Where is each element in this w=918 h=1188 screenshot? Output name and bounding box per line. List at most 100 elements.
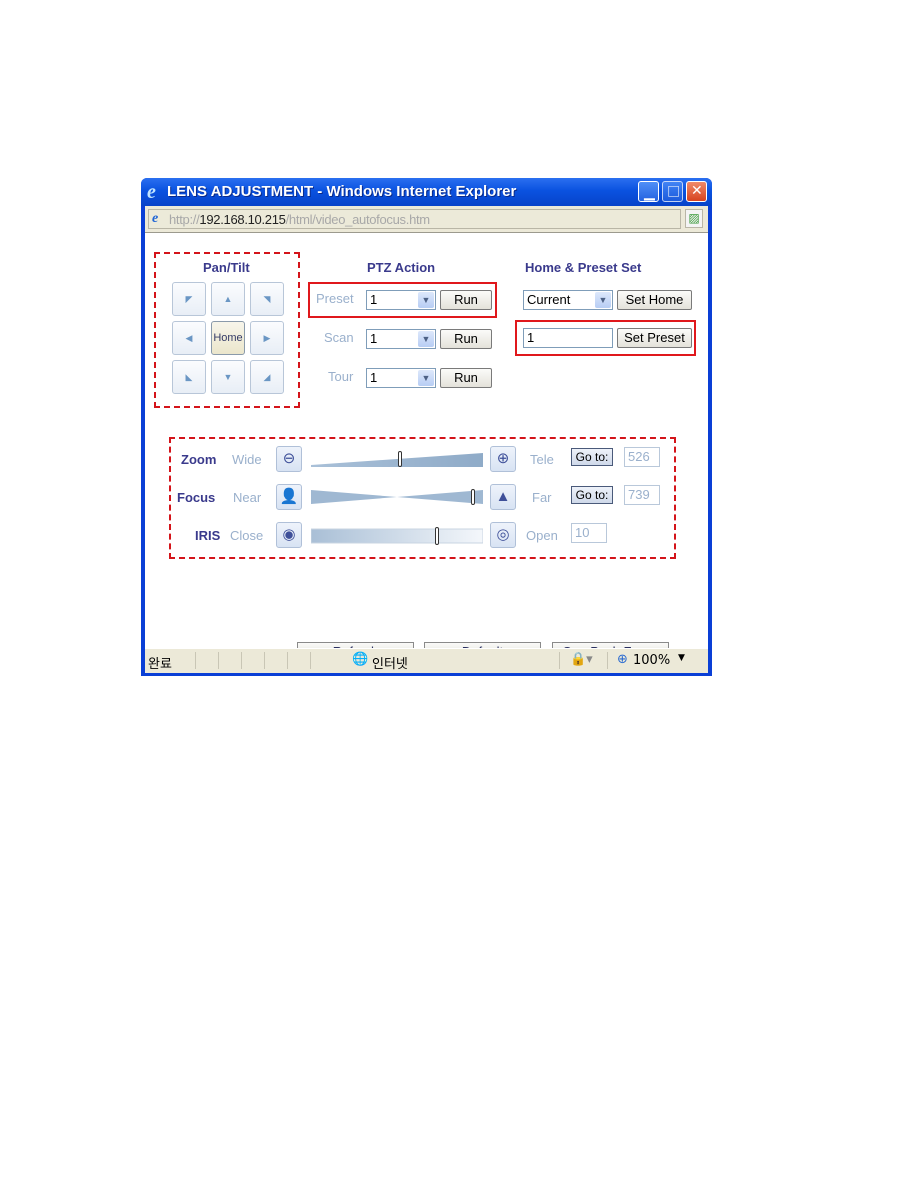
tour-select-value: 1 (370, 370, 378, 385)
iris-close-button[interactable]: ◉ (276, 522, 302, 548)
maximize-button[interactable]: □ (662, 181, 683, 202)
zoom-out-button[interactable]: ⊖ (276, 446, 302, 472)
focus-slider[interactable] (311, 489, 483, 505)
focus-value-input[interactable]: 739 (624, 485, 660, 505)
iris-slider-thumb[interactable] (434, 527, 439, 545)
close-icon: ✕ (691, 183, 703, 199)
home-select[interactable]: Current ▼ (523, 290, 613, 310)
url-host: 192.168.10.215 (199, 212, 286, 227)
preset-select-value: 1 (370, 292, 378, 307)
zoom-slider[interactable] (311, 451, 483, 467)
focus-goto-button[interactable]: Go to: (571, 486, 613, 504)
iris-slider[interactable] (311, 528, 483, 544)
preset-label: Preset (316, 291, 354, 306)
tour-label: Tour (328, 369, 354, 384)
set-preset-button[interactable]: Set Preset (617, 328, 692, 348)
pan-tilt-left-button[interactable]: ◀ (172, 321, 206, 355)
scan-run-button[interactable]: Run (440, 329, 492, 349)
preset-number-input[interactable]: 1 (523, 328, 613, 348)
status-text: 완료 (148, 657, 172, 672)
focus-slider-thumb[interactable] (470, 489, 475, 505)
person-icon: 👤 (279, 488, 299, 505)
ptz-action-title: PTZ Action (367, 260, 436, 275)
preset-select[interactable]: 1 ▼ (366, 290, 436, 310)
globe-icon: 🌐 (352, 652, 369, 667)
status-divider (218, 652, 219, 669)
zoom-tele-label: Tele (530, 452, 554, 467)
zoom-value-input[interactable]: 526 (624, 447, 660, 467)
status-divider (195, 652, 196, 669)
focus-far-button[interactable]: ▲ (490, 484, 516, 510)
iris-track (311, 528, 483, 544)
zone-text: 인터넷 (372, 657, 408, 672)
pan-tilt-down-left-button[interactable]: ◣ (172, 360, 206, 394)
zoom-in-icon: ⊕ (496, 450, 510, 467)
zoom-in-button[interactable]: ⊕ (490, 446, 516, 472)
browser-window: e LENS ADJUSTMENT - Windows Internet Exp… (141, 178, 712, 676)
chevron-down-icon: ▼ (418, 292, 434, 308)
arrow-down-right-icon: ◢ (263, 372, 271, 382)
pan-tilt-down-right-button[interactable]: ◢ (250, 360, 284, 394)
status-bar: 완료 🌐 인터넷 🔒▾ ⊕ 100% ▼ (145, 648, 708, 673)
iris-open-button[interactable]: ◎ (490, 522, 516, 548)
zoom-wide-label: Wide (232, 452, 262, 467)
preset-run-button[interactable]: Run (440, 290, 492, 310)
focus-label: Focus (177, 490, 216, 505)
address-bar: e http://192.168.10.215/html/video_autof… (145, 206, 708, 232)
scan-select-value: 1 (370, 331, 378, 346)
iris-open-label: Open (526, 528, 558, 543)
pan-tilt-up-left-button[interactable]: ◤ (172, 282, 206, 316)
zoom-dropdown-icon[interactable]: ▼ (678, 653, 685, 663)
pan-tilt-up-button[interactable]: ▲ (211, 282, 245, 316)
status-divider (287, 652, 288, 669)
pan-tilt-home-button[interactable]: Home (211, 321, 245, 355)
home-label: Home (213, 332, 243, 344)
zoom-out-icon: ⊖ (282, 450, 296, 467)
mountain-icon: ▲ (495, 488, 511, 505)
protected-mode-icon[interactable]: 🔒▾ (570, 652, 593, 667)
tour-select[interactable]: 1 ▼ (366, 368, 436, 388)
address-url: http://192.168.10.215/html/video_autofoc… (169, 212, 430, 227)
url-scheme: http:// (169, 212, 200, 227)
focus-near-label: Near (233, 490, 262, 505)
title-bar[interactable]: e LENS ADJUSTMENT - Windows Internet Exp… (141, 178, 712, 206)
minimize-icon: ▁ (644, 185, 655, 201)
zoom-goto-button[interactable]: Go to: (571, 448, 613, 466)
page-content: Pan/Tilt ◤ ▲ ◥ ◀ Home ▶ ◣ ▼ ◢ PTZ Action Preset … (145, 232, 708, 661)
iris-close-label: Close (230, 528, 264, 543)
set-home-button[interactable]: Set Home (617, 290, 692, 310)
focus-near-button[interactable]: 👤 (276, 484, 302, 510)
iris-open-icon: ◎ (496, 526, 510, 543)
scan-select[interactable]: 1 ▼ (366, 329, 436, 349)
scan-label: Scan (324, 330, 354, 345)
zoom-magnifier-icon: ⊕ (617, 652, 628, 667)
status-divider (310, 652, 311, 669)
focus-far-label: Far (532, 490, 552, 505)
arrow-up-left-icon: ◤ (185, 294, 193, 304)
pan-tilt-right-button[interactable]: ▶ (250, 321, 284, 355)
chevron-down-icon: ▼ (595, 292, 611, 308)
ie-logo-icon: e (147, 181, 156, 203)
zoom-slider-thumb[interactable] (398, 451, 403, 467)
tour-run-button[interactable]: Run (440, 368, 492, 388)
chevron-down-icon: ▼ (418, 370, 434, 386)
zoom-label: Zoom (181, 452, 217, 467)
close-button[interactable]: ✕ (686, 181, 707, 202)
pan-tilt-down-button[interactable]: ▼ (211, 360, 245, 394)
compatibility-view-icon[interactable]: ▨ (685, 209, 703, 228)
chevron-down-icon: ▼ (418, 331, 434, 347)
iris-label: IRIS (195, 528, 221, 543)
status-divider (264, 652, 265, 669)
url-path: /html/video_autofocus.htm (285, 212, 431, 227)
iris-close-icon: ◉ (282, 526, 296, 543)
arrow-down-left-icon: ◣ (185, 372, 193, 382)
arrow-down-icon: ▼ (223, 372, 233, 382)
address-input[interactable]: e http://192.168.10.215/html/video_autof… (148, 209, 681, 229)
iris-value-input[interactable]: 10 (571, 523, 607, 543)
zoom-level[interactable]: 100% (633, 653, 670, 668)
minimize-button[interactable]: ▁ (638, 181, 659, 202)
pan-tilt-up-right-button[interactable]: ◥ (250, 282, 284, 316)
status-divider (607, 652, 608, 669)
page-icon: e (152, 211, 159, 226)
status-divider (559, 652, 560, 669)
